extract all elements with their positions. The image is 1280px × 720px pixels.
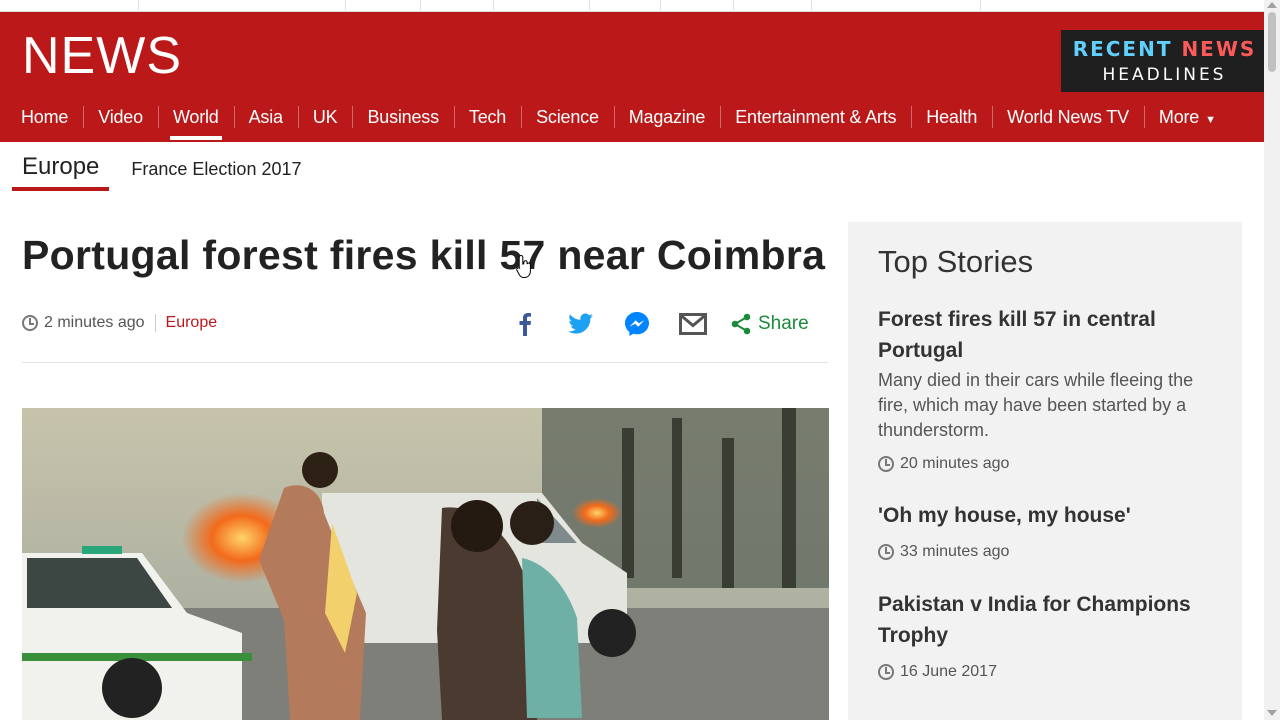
share-icon xyxy=(731,313,751,335)
top-story-item[interactable]: Forest fires kill 57 in central Portugal… xyxy=(878,304,1208,473)
news-logo[interactable]: NEWS xyxy=(22,26,182,86)
top-story-time: 16 June 2017 xyxy=(878,663,1208,681)
meta-divider xyxy=(154,314,156,332)
article-meta: 2 minutes ago Europe xyxy=(22,314,217,332)
article-hero-image[interactable] xyxy=(22,408,829,720)
top-story-time: 20 minutes ago xyxy=(878,455,1208,473)
scroll-up-arrow-icon[interactable] xyxy=(1267,2,1277,8)
nav-item-magazine[interactable]: Magazine xyxy=(613,92,720,142)
recent-news-headlines-badge: RECENT NEWS HEADLINES xyxy=(1061,30,1268,92)
scroll-down-arrow-icon[interactable] xyxy=(1267,710,1277,716)
top-story-item[interactable]: Pakistan v India for Champions Trophy 16… xyxy=(878,589,1208,681)
share-tools: Share xyxy=(510,308,809,340)
main-nav: Home Video World Asia UK Business Tech S… xyxy=(6,92,1231,142)
top-stories-panel: Top Stories Forest fires kill 57 in cent… xyxy=(848,222,1242,720)
browser-top-strip xyxy=(0,0,1264,12)
badge-headlines: HEADLINES xyxy=(1102,65,1227,85)
nav-item-home[interactable]: Home xyxy=(6,92,83,142)
chevron-down-icon: ▼ xyxy=(1205,114,1216,126)
forest-fire-scene xyxy=(22,408,829,720)
nav-item-science[interactable]: Science xyxy=(521,92,614,142)
article-time: 2 minutes ago xyxy=(44,314,145,331)
nav-item-health[interactable]: Health xyxy=(911,92,992,142)
nav-item-asia[interactable]: Asia xyxy=(233,92,298,142)
top-story-title[interactable]: Forest fires kill 57 in central Portugal xyxy=(878,304,1208,366)
subnav-section-europe[interactable]: Europe xyxy=(12,147,110,191)
nav-item-tech[interactable]: Tech xyxy=(453,92,521,142)
nav-item-world-news-tv[interactable]: World News TV xyxy=(992,92,1144,142)
nav-item-entertainment-arts[interactable]: Entertainment & Arts xyxy=(720,92,911,142)
badge-news: NEWS xyxy=(1181,37,1257,61)
share-button[interactable]: Share xyxy=(730,313,809,335)
share-label: Share xyxy=(758,313,809,334)
top-story-item[interactable]: 'Oh my house, my house' 33 minutes ago xyxy=(878,500,1208,561)
scrollbar-thumb[interactable] xyxy=(1268,12,1276,72)
article-headline: Portugal forest fires kill 57 near Coimb… xyxy=(22,232,826,278)
messenger-icon[interactable] xyxy=(622,309,652,339)
twitter-icon[interactable] xyxy=(566,309,596,339)
secondary-nav: Europe France Election 2017 xyxy=(12,146,302,192)
masthead: NEWS RECENT NEWS HEADLINES Home Video Wo… xyxy=(0,12,1268,142)
more-label: More xyxy=(1158,107,1200,127)
top-story-title[interactable]: Pakistan v India for Champions Trophy xyxy=(878,589,1208,651)
clock-icon xyxy=(22,315,38,331)
subnav-link-france-election[interactable]: France Election 2017 xyxy=(131,159,301,180)
nav-item-business[interactable]: Business xyxy=(352,92,453,142)
clock-icon xyxy=(878,664,894,680)
article-category-link[interactable]: Europe xyxy=(166,314,218,332)
hand-cursor-icon xyxy=(516,254,531,278)
nav-item-world[interactable]: World xyxy=(157,92,234,142)
clock-icon xyxy=(878,456,894,472)
badge-recent: RECENT xyxy=(1072,37,1182,61)
email-icon[interactable] xyxy=(678,309,708,339)
article-divider xyxy=(22,362,828,363)
nav-item-uk[interactable]: UK xyxy=(297,92,353,142)
nav-item-video[interactable]: Video xyxy=(83,92,158,142)
facebook-icon[interactable] xyxy=(510,309,540,339)
page-scrollbar[interactable] xyxy=(1264,0,1280,720)
top-story-time-text: 33 minutes ago xyxy=(900,543,1010,560)
top-story-time-text: 20 minutes ago xyxy=(900,455,1010,472)
top-story-time-text: 16 June 2017 xyxy=(900,663,997,680)
top-stories-title: Top Stories xyxy=(878,244,1034,279)
nav-item-more[interactable]: More ▼ xyxy=(1143,92,1231,142)
top-story-title[interactable]: 'Oh my house, my house' xyxy=(878,500,1208,531)
clock-icon xyxy=(878,544,894,560)
top-story-summary: Many died in their cars while fleeing th… xyxy=(878,370,1194,440)
top-story-time: 33 minutes ago xyxy=(878,543,1208,561)
